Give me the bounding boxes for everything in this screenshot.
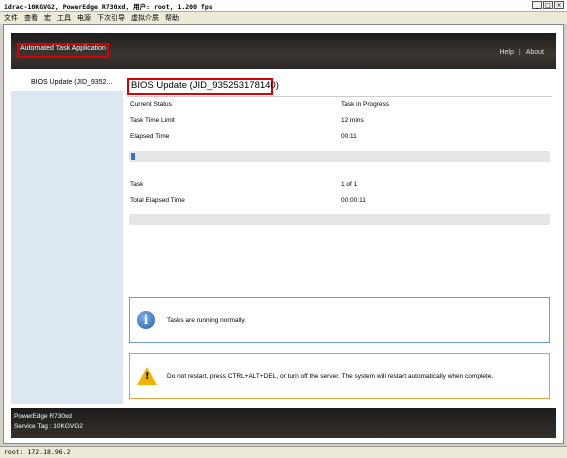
warning-message-box: ! Do not restart, press CTRL+ALT+DEL, or… — [129, 353, 550, 399]
menu-view[interactable]: 查看 — [24, 13, 38, 23]
window-controls: _ □ × — [532, 1, 564, 9]
maximize-button[interactable]: □ — [543, 1, 553, 9]
status-text: root: 172.18.96.2 — [4, 448, 71, 456]
sidebar-item-bios-update[interactable]: BIOS Update (JID_9352... — [11, 75, 123, 91]
task-progress-fill — [131, 153, 135, 160]
menu-file[interactable]: 文件 — [4, 13, 18, 23]
menu-bar: 文件 查看 宏 工具 电源 下次引导 虚拟介质 帮助 — [0, 12, 567, 24]
close-button[interactable]: × — [554, 1, 564, 9]
task-label: Task — [130, 181, 144, 188]
total-elapsed-value: 00:00:11 — [341, 197, 366, 204]
app-title: Automated Task Application — [20, 45, 106, 52]
title-divider — [127, 96, 552, 97]
overall-progress-bar — [129, 214, 550, 225]
app-header: Automated Task Application Help | About — [11, 33, 556, 69]
system-footer: PowerEdge R730xd Service Tag : 10KGVG2 — [11, 408, 556, 438]
current-status-label: Current Status — [130, 101, 172, 108]
menu-tools[interactable]: 工具 — [57, 13, 71, 23]
minimize-button[interactable]: _ — [532, 1, 542, 9]
elapsed-time-value: 00:11 — [341, 133, 357, 140]
page-title: BIOS Update (JID_935253178140) — [131, 80, 279, 91]
time-limit-value: 12 mins — [341, 117, 364, 124]
total-elapsed-label: Total Elapsed Time — [130, 197, 185, 204]
status-bar: root: 172.18.96.2 — [0, 446, 567, 458]
menu-virtual-media[interactable]: 虚拟介质 — [131, 13, 159, 23]
warning-message: Do not restart, press CTRL+ALT+DEL, or t… — [167, 373, 494, 380]
warning-icon: ! — [137, 367, 157, 385]
server-model: PowerEdge R730xd — [14, 413, 72, 420]
nav-separator: | — [518, 49, 521, 56]
menu-power[interactable]: 电源 — [77, 13, 91, 23]
window-title: idrac-10KGVG2, PowerEdge R730xd, 用户: roo… — [4, 3, 213, 11]
menu-macros[interactable]: 宏 — [44, 13, 51, 23]
current-status-value: Task in Progress — [341, 101, 390, 108]
menu-next-boot[interactable]: 下次引导 — [97, 13, 125, 23]
task-progress-bar — [129, 151, 550, 162]
task-details: BIOS Update (JID_935253178140) Current S… — [127, 75, 552, 404]
menu-help[interactable]: 帮助 — [165, 13, 179, 23]
service-tag: Service Tag : 10KGVG2 — [14, 423, 83, 430]
info-icon: i — [137, 311, 155, 329]
task-sidebar: BIOS Update (JID_9352... — [11, 75, 123, 404]
elapsed-time-label: Elapsed Time — [130, 133, 170, 140]
help-link[interactable]: Help — [499, 49, 513, 56]
about-link[interactable]: About — [526, 49, 544, 56]
window-title-bar: idrac-10KGVG2, PowerEdge R730xd, 用户: roo… — [0, 0, 567, 12]
info-message-box: i Tasks are running normally. — [129, 297, 550, 343]
task-value: 1 of 1 — [341, 181, 358, 188]
info-message: Tasks are running normally. — [167, 317, 246, 324]
header-nav: Help | About — [499, 49, 544, 56]
time-limit-label: Task Time Limit — [130, 117, 175, 124]
warning-icon-glyph: ! — [145, 371, 150, 382]
